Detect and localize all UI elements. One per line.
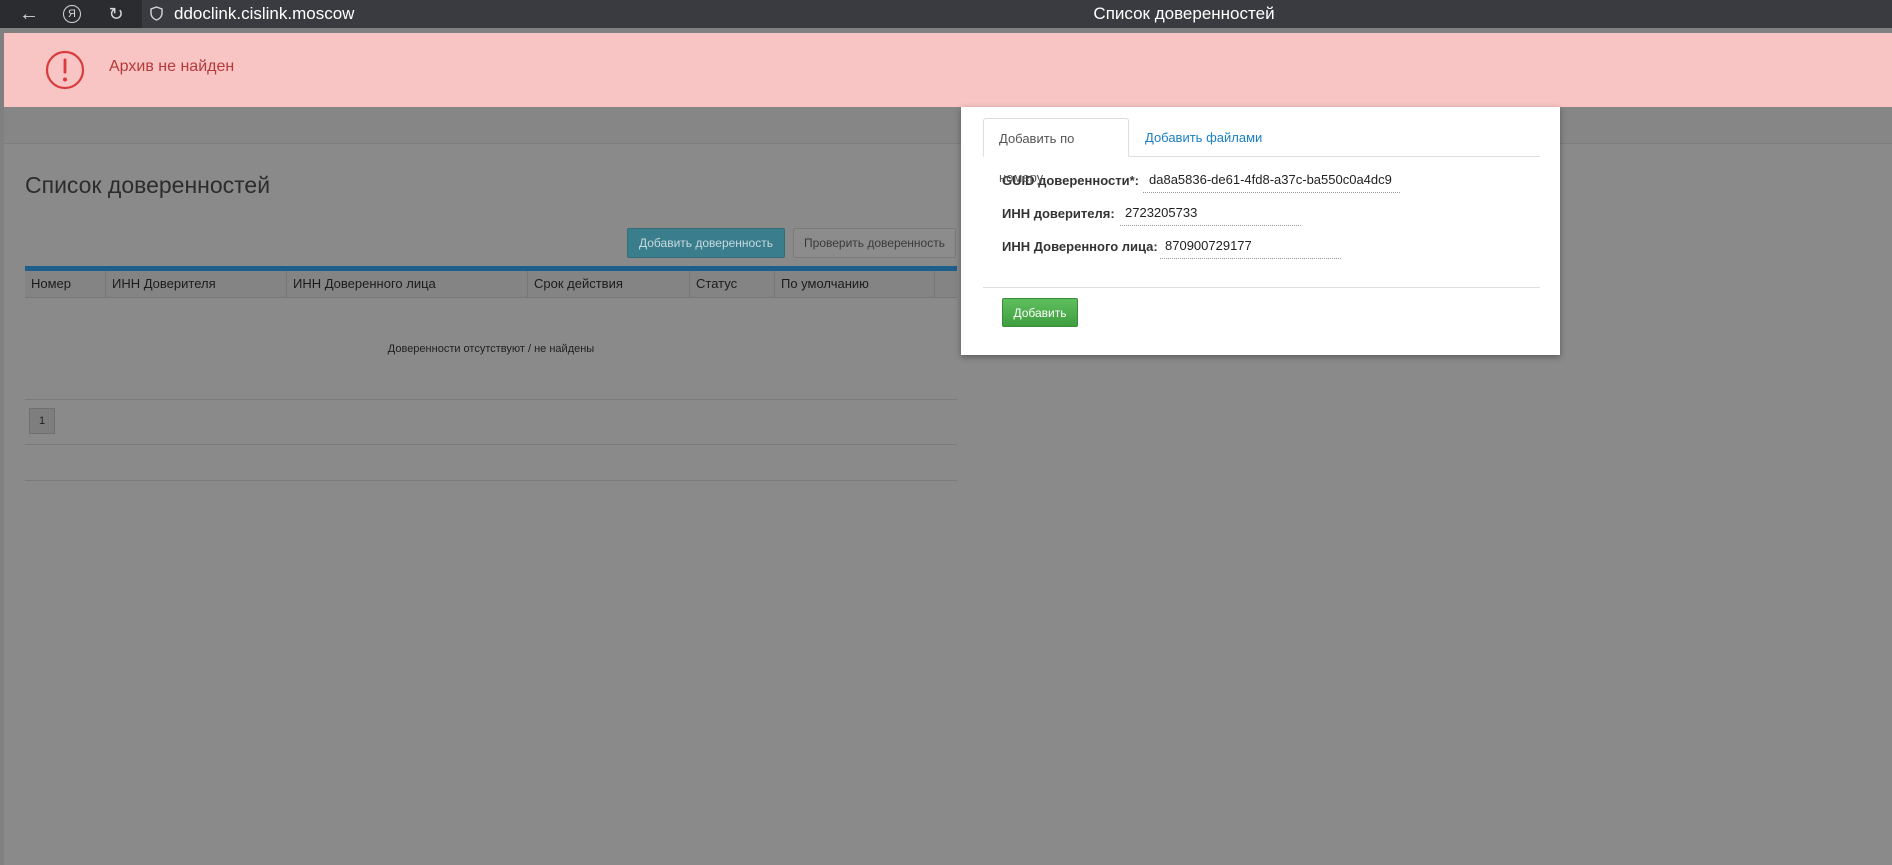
page-title: Список доверенностей [25,172,271,198]
tab-add-by-number[interactable]: Добавить по номеру [983,118,1129,185]
divider [25,444,957,445]
add-dov-modal: Добавить по номеру Добавить файлами GUID… [961,107,1560,355]
guid-input[interactable]: da8a5836-de61-4fd8-a37c-ba550c0a4dc9 [1143,172,1400,193]
attorney-inn-input[interactable]: 870900729177 [1160,238,1341,259]
browser-toolbar: ← Я ↻ ddoclink.cislink.moscow Список дов… [0,0,1892,28]
divider [25,399,957,400]
column-principal-inn[interactable]: ИНН Доверителя [106,271,287,297]
window-title: Список доверенностей [1093,4,1275,23]
column-number[interactable]: Номер [25,271,106,297]
attorney-inn-label: ИНН Доверенного лица: [1002,239,1158,254]
table-header: Номер ИНН Доверителя ИНН Доверенного лиц… [25,271,957,298]
modal-divider [983,287,1540,288]
column-attorney-inn[interactable]: ИНН Доверенного лица [287,271,528,297]
divider [25,480,957,481]
column-default[interactable]: По умолчанию [775,271,935,297]
check-dov-button[interactable]: Проверить доверенность [793,228,956,258]
column-status[interactable]: Статус [690,271,775,297]
page-header-strip [4,107,1892,144]
column-validity[interactable]: Срок действия [528,271,690,297]
empty-table-message: Доверенности отсутствуют / не найдены [387,343,595,355]
page-backdrop[interactable]: Список доверенностей Добавить довереннос… [4,107,1892,865]
exclamation-circle-icon [45,50,85,90]
submit-add-button[interactable]: Добавить [1002,298,1078,327]
principal-inn-input[interactable]: 2723205733 [1120,205,1301,226]
alert-message: Архив не найден [109,58,235,75]
principal-inn-label: ИНН доверителя: [1002,206,1115,221]
page-1-button[interactable]: 1 [29,408,55,434]
error-alert: Архив не найден [4,33,1892,107]
tab-add-by-files[interactable]: Добавить файлами [1130,118,1277,157]
add-dov-button[interactable]: Добавить доверенность [627,228,785,258]
